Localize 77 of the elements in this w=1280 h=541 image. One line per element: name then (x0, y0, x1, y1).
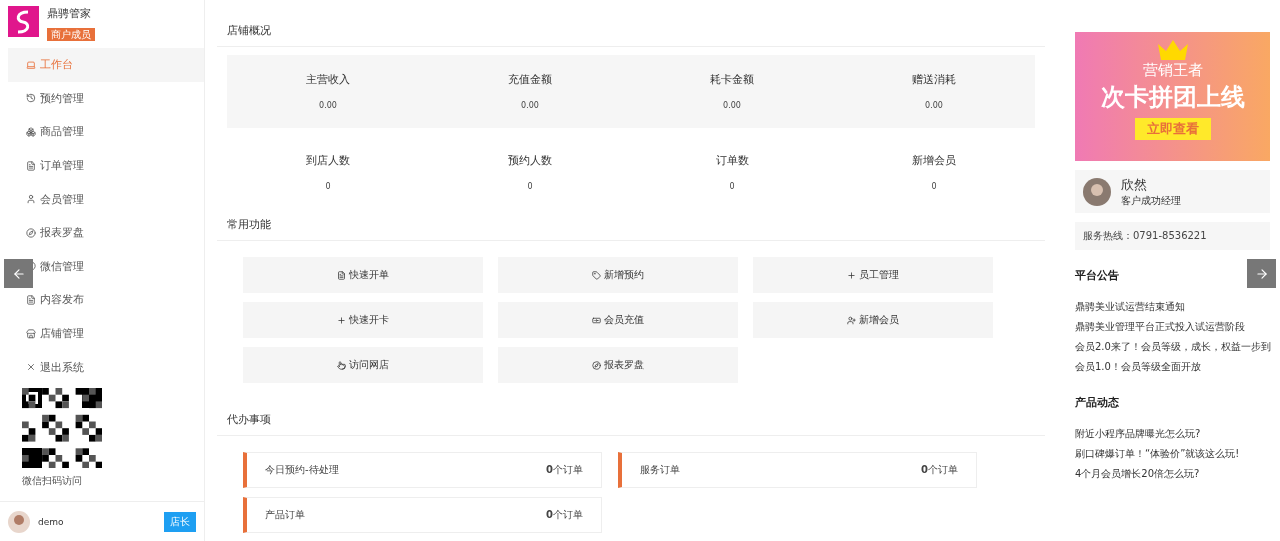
stat-value: 0 (325, 181, 331, 191)
stat-value: 0.00 (723, 101, 741, 111)
next-overlay[interactable] (1247, 259, 1276, 288)
shortcut-button[interactable]: 快速开单 (243, 257, 483, 293)
section-title: 店铺概况 (227, 24, 271, 37)
news-title: 产品动态 (1075, 395, 1119, 410)
nav-item[interactable]: 订单管理 (8, 148, 204, 183)
crown-icon (1155, 38, 1190, 60)
todo-card[interactable]: 服务订单 0个订单 (618, 452, 977, 488)
todo-card[interactable]: 产品订单 0个订单 (243, 497, 602, 533)
avatar (1083, 177, 1111, 206)
shortcut-icon (847, 270, 856, 280)
todo-count: 0个订单 (921, 463, 958, 477)
stat-value: 0.00 (925, 101, 943, 111)
news-link[interactable]: 4个月会员增长20倍怎么玩? (1075, 464, 1270, 484)
stat-label: 到店人数 (306, 152, 350, 168)
avatar (8, 510, 30, 533)
contact-role: 客户成功经理 (1121, 193, 1181, 208)
previous-overlay[interactable] (4, 259, 33, 288)
todo-label: 产品订单 (265, 508, 305, 522)
todo-card[interactable]: 今日预约-待处理 0个订单 (243, 452, 602, 488)
stat-label: 充值金额 (508, 72, 552, 88)
shortcut-button[interactable]: 新增预约 (498, 257, 738, 293)
shortcut-button[interactable]: 新增会员 (753, 302, 993, 338)
stat-value: 0.00 (521, 101, 539, 111)
shortcut-button[interactable]: 报表罗盘 (498, 347, 738, 383)
hotline-text: 服务热线：0791-8536221 (1083, 229, 1207, 243)
arrow-left-icon (11, 266, 26, 281)
todo-label: 服务订单 (640, 463, 680, 477)
news-link[interactable]: 刷口碑爆订单！“体验价”就该这么玩! (1075, 444, 1270, 464)
nav-item[interactable]: 商品管理 (8, 115, 204, 149)
todo-label: 今日预约-待处理 (265, 463, 339, 477)
nav-item[interactable]: 店铺管理 (8, 316, 204, 351)
stat-label: 新增会员 (912, 152, 956, 168)
shortcut-icon (592, 360, 601, 370)
todo-count: 0个订单 (546, 463, 583, 477)
shortcut-icon (337, 315, 346, 325)
todo-count: 0个订单 (546, 508, 583, 522)
notice-link[interactable]: 会员2.0来了！会员等级，成长，权益一步到 (1075, 337, 1270, 357)
notice-link[interactable]: 鼎骋美业试运营结束通知 (1075, 297, 1270, 317)
user-name: demo (38, 516, 65, 527)
nav-item[interactable]: 内容发布 (8, 283, 204, 317)
notice-link[interactable]: 会员1.0！会员等级全面开放 (1075, 357, 1270, 377)
contact-name: 欣然 (1121, 175, 1148, 194)
news-link[interactable]: 附近小程序品牌曝光怎么玩? (1075, 424, 1270, 444)
shortcut-icon (592, 315, 601, 325)
nav-item[interactable]: 退出系统 (8, 350, 204, 384)
stat-value: 0 (527, 181, 533, 191)
shortcut-button[interactable]: 员工管理 (753, 257, 993, 293)
brand-name: 鼎骋管家 (47, 6, 92, 21)
stat-label: 订单数 (715, 152, 749, 168)
stat-value: 0.00 (319, 101, 337, 111)
shortcut-button[interactable]: 快速开卡 (243, 302, 483, 338)
shortcut-icon (337, 360, 346, 370)
shortcut-icon (337, 270, 346, 280)
stat-label: 耗卡金额 (710, 72, 754, 88)
stat-value: 0 (931, 181, 937, 191)
logo-icon (8, 6, 39, 37)
member-badge: 商户成员 (47, 28, 95, 41)
notices-title: 平台公告 (1075, 268, 1119, 283)
notice-link[interactable]: 鼎骋美业管理平台正式投入试运营阶段 (1075, 317, 1270, 337)
stat-value: 0 (729, 181, 735, 191)
stat-label: 赠送消耗 (912, 72, 956, 88)
stat-label: 预约人数 (508, 152, 552, 168)
banner-headline: 次卡拼团上线 (1100, 82, 1245, 113)
shortcut-icon (847, 315, 856, 325)
nav-item[interactable]: 报表罗盘 (8, 215, 204, 250)
shortcut-button[interactable]: 会员充值 (498, 302, 738, 338)
shortcut-icon (592, 270, 601, 280)
section-title: 代办事项 (227, 413, 271, 426)
stat-label: 主营收入 (306, 72, 350, 88)
shortcut-button[interactable]: 访问网店 (243, 347, 483, 383)
qr-caption: 微信扫码访问 (22, 473, 83, 488)
section-title: 常用功能 (227, 218, 271, 231)
banner-kicker: 营销王者 (1142, 61, 1203, 80)
nav-item[interactable]: 会员管理 (8, 182, 204, 216)
nav-item[interactable]: 预约管理 (8, 81, 204, 116)
